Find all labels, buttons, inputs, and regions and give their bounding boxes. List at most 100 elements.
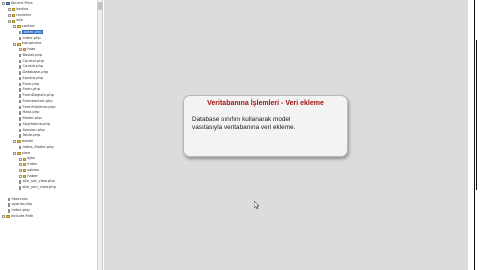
- expand-toggle-icon[interactable]: [18, 48, 22, 52]
- tree-item-label: Control.php: [22, 58, 45, 63]
- file-icon: [18, 105, 22, 110]
- tree-item-label: index: [27, 162, 38, 166]
- tree-item-label: control: [21, 24, 35, 28]
- tree-item-label: Cookie.php: [22, 64, 44, 69]
- expand-toggle-icon[interactable]: [13, 42, 16, 46]
- folder-icon: [11, 13, 15, 17]
- file-icon: [18, 59, 22, 64]
- project-icon: [6, 2, 10, 6]
- folder-icon: [22, 48, 26, 52]
- tree-item-label: Model.php: [22, 116, 42, 120]
- expand-toggle-icon[interactable]: [18, 157, 22, 161]
- file-icon: [18, 134, 22, 138]
- tree-item-label: resimler: [16, 12, 32, 17]
- divider-line: [474, 0, 475, 270]
- tree-item-label: index.php: [11, 208, 30, 212]
- expand-toggle-icon[interactable]: [13, 151, 16, 155]
- expand-toggle-icon[interactable]: [18, 163, 22, 167]
- file-icon: [18, 145, 22, 150]
- expand-toggle-icon[interactable]: [7, 8, 11, 12]
- tree-item-label: Hata.php: [22, 110, 40, 115]
- tree-item-label: Islem.php: [22, 29, 43, 34]
- tree-item-label: Session.php: [22, 127, 45, 132]
- tree-item-label: site: [16, 18, 23, 23]
- folder-icon: [6, 215, 10, 219]
- expand-toggle-icon[interactable]: [18, 174, 22, 178]
- tree-item-label: Index_Model.php: [22, 144, 54, 149]
- file-icon: [18, 122, 22, 127]
- tree-item-label: haar: [27, 47, 36, 51]
- file-icon: [7, 209, 11, 213]
- tree-item-label: site_ust_view.php: [22, 179, 55, 184]
- file-icon: [18, 128, 22, 133]
- right-panel: [468, 0, 480, 270]
- tree-item-label: Fonk.php: [22, 81, 40, 86]
- tutorial-callout: Veritabanına İşlemleri - Veri ekleme Dat…: [183, 95, 348, 157]
- folder-icon: [22, 174, 26, 178]
- file-icon: [7, 197, 11, 202]
- file-icon: [18, 186, 22, 190]
- file-tree: Source Files kedivo resimler site control Isl…: [0, 1, 102, 220]
- tree-item-label: FormDegistir.php: [22, 93, 55, 97]
- tree-item-label: htaccess: [11, 196, 28, 201]
- tree-item-label: Formkontrol.php: [22, 98, 53, 103]
- file-icon: [18, 65, 22, 69]
- folder-icon: [17, 140, 21, 144]
- folder-icon: [17, 151, 21, 155]
- explorer-scrollbar-track[interactable]: [97, 0, 102, 270]
- file-icon: [18, 99, 22, 104]
- folder-icon: [17, 25, 21, 29]
- project-explorer: Source Files kedivo resimler site control Isl…: [0, 0, 103, 270]
- folder-icon: [22, 169, 26, 173]
- tree-item-label: view: [21, 150, 31, 155]
- tree-item-label: site_yan_view.php: [22, 185, 56, 189]
- tree-item-label: Table.php: [22, 133, 41, 138]
- file-icon: [18, 53, 22, 58]
- file-icon: [18, 30, 22, 35]
- tree-item-label: model: [21, 139, 34, 143]
- tree-item-label: kutuphane: [21, 41, 42, 46]
- file-icon: [18, 117, 22, 121]
- tree-item-label: ayarlar.php: [11, 202, 33, 207]
- folder-icon: [11, 8, 15, 12]
- file-icon: [18, 76, 22, 81]
- mouse-cursor-icon: [254, 201, 260, 209]
- expand-toggle-icon[interactable]: [7, 19, 11, 23]
- tree-item[interactable]: Include Path: [0, 213, 102, 220]
- tree-item-label: Eposta.php: [22, 75, 44, 80]
- tree-item-label: Baslat.php: [22, 52, 43, 57]
- folder-icon: [22, 157, 26, 161]
- tree-item-label: haber: [27, 173, 38, 178]
- file-icon: [18, 111, 22, 115]
- file-icon: [18, 36, 22, 41]
- expand-toggle-icon[interactable]: [7, 13, 11, 17]
- tree-item-label: index.php: [22, 35, 41, 40]
- tree-item-label: Form.php: [22, 87, 40, 92]
- folder-icon: [11, 19, 15, 23]
- folder-icon: [17, 42, 21, 46]
- tree-item-label: Source Files: [10, 1, 33, 5]
- expand-toggle-icon[interactable]: [2, 215, 5, 219]
- expand-toggle-icon[interactable]: [18, 169, 22, 173]
- expand-toggle-icon[interactable]: [13, 140, 16, 144]
- expand-toggle-icon[interactable]: [13, 25, 16, 29]
- file-icon: [18, 82, 22, 87]
- file-icon: [18, 88, 22, 92]
- callout-text: vasıtasıyla veritabanına veri ekleme.: [192, 124, 296, 131]
- file-icon: [18, 180, 22, 184]
- expand-toggle-icon[interactable]: [2, 2, 5, 6]
- tree-item-label: ajax: [27, 156, 35, 161]
- folder-icon: [22, 163, 26, 167]
- file-icon: [18, 71, 22, 75]
- explorer-scrollbar-thumb[interactable]: [98, 2, 102, 10]
- file-icon: [18, 94, 22, 98]
- tree-item-label: kedivo: [16, 6, 29, 11]
- tree-item-label: sablon: [27, 167, 40, 172]
- tree-item-label: Include Path: [10, 213, 34, 218]
- tree-item-label: FormYukleme.php: [22, 104, 56, 109]
- callout-title: Veritabanına İşlemleri - Veri ekleme: [207, 100, 324, 107]
- callout-text: Database sınıfını kullanarak model: [192, 116, 291, 123]
- tree-item-label: Database.php: [22, 70, 49, 74]
- file-icon: [7, 203, 11, 207]
- tree-item-label: Sayfalama.php: [22, 121, 51, 126]
